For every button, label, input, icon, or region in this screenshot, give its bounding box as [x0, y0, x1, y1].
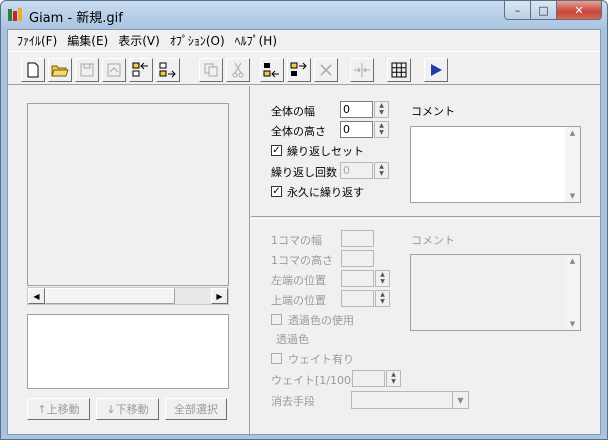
menu-file[interactable]: ﾌｧｲﾙ(F) — [12, 32, 62, 49]
frame-width-label: 1コマの幅 — [271, 234, 322, 247]
transparent-color-label: 透過色 — [276, 333, 309, 346]
global-comment-textarea[interactable]: ▲ ▼ — [410, 126, 581, 203]
frame-comment-scrollbar[interactable]: ▲ ▼ — [565, 255, 580, 330]
frame-comment-textarea[interactable]: ▲ ▼ — [410, 254, 581, 331]
grid-button[interactable] — [387, 58, 411, 82]
total-height-input[interactable]: 0 — [340, 121, 373, 138]
menu-options[interactable]: ｵﾌﾟｼｮﾝ(O) — [165, 32, 230, 49]
frame-comment-label: コメント — [411, 234, 455, 247]
app-window: Giam - 新規.gif – □ ✕ ﾌｧｲﾙ(F) 編集(E) 表示(V) … — [0, 0, 608, 440]
frame-list-panel: ◀ ▶ ↑上移動 ↓下移動 全部選択 — [8, 86, 250, 436]
loop-count-spinner[interactable]: ▲ ▼ — [374, 162, 389, 179]
top-position-spinner[interactable]: ▲ ▼ — [375, 290, 390, 307]
delete-button[interactable] — [314, 58, 338, 82]
top-position-label: 上端の位置 — [271, 294, 326, 307]
new-file-icon — [27, 62, 39, 78]
loop-count-input[interactable]: 0 — [340, 162, 373, 179]
total-width-spinner[interactable]: ▲ ▼ — [374, 101, 389, 118]
wait-time-label: ウェイト[1/100s] — [271, 374, 362, 387]
horizontal-scrollbar[interactable]: ◀ ▶ — [27, 287, 229, 305]
scroll-thumb[interactable] — [45, 288, 175, 304]
toolbar — [8, 51, 600, 85]
loop-set-checkbox[interactable]: ✓ — [271, 145, 282, 156]
frame-settings-panel: 1コマの幅 1コマの高さ 左端の位置 ▲ ▼ 上端の位置 ▲ ▼ 透過色の使用 透過… — [251, 218, 600, 436]
window-title: Giam - 新規.gif — [29, 11, 123, 26]
chevron-down-icon: ▼ — [452, 392, 468, 408]
move-down-button[interactable]: ↓下移動 — [96, 398, 159, 420]
export-frame-icon — [159, 62, 176, 78]
global-settings-panel: 全体の幅 0 ▲ ▼ 全体の高さ 0 ▲ ▼ ✓ 繰り返しセット 繰り返し回数 0 … — [251, 86, 600, 217]
menu-bar: ﾌｧｲﾙ(F) 編集(E) 表示(V) ｵﾌﾟｼｮﾝ(O) ﾍﾙﾌﾟ(H) — [8, 30, 600, 50]
global-comment-label: コメント — [411, 105, 455, 118]
open-folder-icon — [51, 65, 69, 77]
maximize-button[interactable]: □ — [530, 1, 557, 20]
client-area: ﾌｧｲﾙ(F) 編集(E) 表示(V) ｵﾌﾟｼｮﾝ(O) ﾍﾙﾌﾟ(H) ◀ … — [7, 29, 601, 436]
frame-list[interactable] — [27, 314, 229, 389]
fit-button[interactable] — [350, 58, 374, 82]
export-frame-button[interactable] — [156, 58, 180, 82]
paste-after-button[interactable] — [287, 58, 311, 82]
transparent-use-checkbox[interactable] — [271, 314, 282, 325]
scroll-right-button[interactable]: ▶ — [211, 288, 228, 304]
frame-height-label: 1コマの高さ — [271, 254, 333, 267]
frame-height-input[interactable] — [341, 250, 374, 267]
save-button[interactable] — [75, 58, 99, 82]
frame-preview — [27, 103, 229, 286]
save-icon — [80, 63, 94, 77]
cut-button[interactable] — [226, 58, 250, 82]
disposal-select[interactable]: ▼ — [351, 391, 469, 409]
total-width-label: 全体の幅 — [271, 105, 315, 118]
wait-checkbox[interactable] — [271, 353, 282, 364]
giam-app-icon — [8, 8, 22, 21]
select-all-button[interactable]: 全部選択 — [165, 398, 227, 420]
title-bar[interactable]: Giam - 新規.gif – □ ✕ — [1, 1, 607, 29]
disposal-label: 消去手段 — [271, 395, 315, 408]
close-button[interactable]: ✕ — [556, 1, 602, 20]
total-height-spinner[interactable]: ▲ ▼ — [374, 121, 389, 138]
paste-before-icon — [263, 63, 279, 78]
import-frame-button[interactable] — [129, 58, 153, 82]
paste-after-icon — [290, 62, 307, 76]
menu-edit[interactable]: 編集(E) — [62, 32, 113, 49]
open-button[interactable] — [48, 58, 72, 82]
import-frame-icon — [132, 62, 148, 77]
total-width-input[interactable]: 0 — [340, 101, 373, 118]
fit-icon — [354, 63, 370, 77]
loop-count-label: 繰り返し回数 — [271, 166, 337, 179]
minimize-button[interactable]: – — [504, 1, 531, 20]
move-up-button[interactable]: ↑上移動 — [27, 398, 90, 420]
save-as-button[interactable] — [102, 58, 126, 82]
comment-scrollbar[interactable]: ▲ ▼ — [565, 127, 580, 202]
wait-time-input[interactable] — [352, 370, 385, 387]
frame-width-input[interactable] — [341, 230, 374, 247]
menu-help[interactable]: ﾍﾙﾌﾟ(H) — [230, 32, 282, 49]
paste-before-button[interactable] — [260, 58, 284, 82]
loop-forever-checkbox[interactable]: ✓ — [271, 186, 282, 197]
save-as-icon — [107, 63, 121, 77]
wait-time-spinner[interactable]: ▲ ▼ — [386, 370, 401, 387]
new-file-button[interactable] — [21, 58, 45, 82]
transparent-use-label: 透過色の使用 — [288, 314, 354, 327]
left-position-label: 左端の位置 — [271, 274, 326, 287]
loop-forever-label: 永久に繰り返す — [287, 186, 364, 199]
delete-icon — [320, 64, 332, 76]
loop-set-label: 繰り返しセット — [287, 145, 364, 158]
play-icon — [431, 64, 442, 76]
copy-button[interactable] — [199, 58, 223, 82]
grid-icon — [391, 62, 407, 78]
menu-view[interactable]: 表示(V) — [113, 32, 165, 49]
play-button[interactable] — [424, 58, 448, 82]
wait-label: ウェイト有り — [288, 353, 354, 366]
top-position-input[interactable] — [341, 290, 374, 307]
left-position-input[interactable] — [341, 270, 374, 287]
copy-icon — [204, 63, 218, 77]
total-height-label: 全体の高さ — [271, 125, 326, 138]
cut-icon — [232, 62, 244, 78]
scroll-left-button[interactable]: ◀ — [28, 288, 45, 304]
left-position-spinner[interactable]: ▲ ▼ — [375, 270, 390, 287]
